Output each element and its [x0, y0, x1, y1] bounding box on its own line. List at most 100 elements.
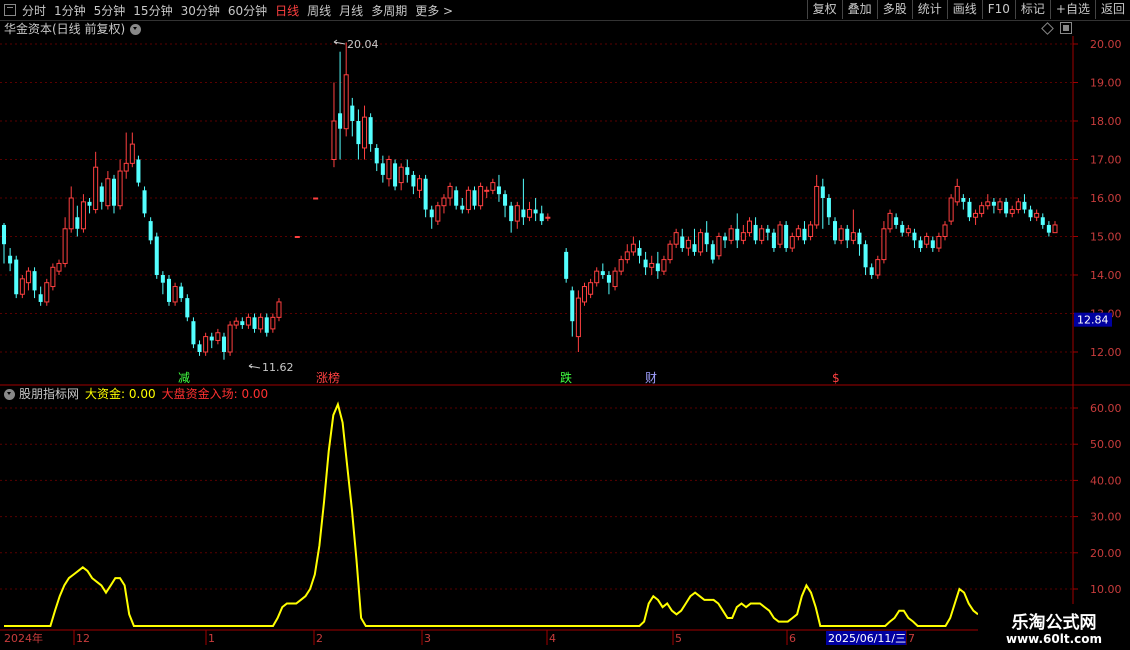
price-axis-label: 15.00: [1090, 231, 1122, 244]
indicator-axis-label: 60.00: [1090, 402, 1122, 415]
candle-body-up: [245, 316, 251, 326]
event-marker: 减: [178, 371, 190, 385]
panel-toggle-icon[interactable]: [1060, 22, 1072, 34]
candle-body-up: [979, 205, 985, 214]
candle-body-up: [728, 228, 734, 241]
tool-button-2[interactable]: 多股: [876, 0, 912, 19]
period-tab-9[interactable]: 多周期: [371, 2, 407, 19]
candle-body-down: [833, 221, 838, 241]
kline-chart[interactable]: 20.0019.0018.0017.0016.0015.0014.0013.00…: [0, 0, 1130, 650]
candle-body-down: [918, 240, 923, 249]
current-price-label: 12.84: [1077, 314, 1109, 327]
candle-body-down: [802, 228, 807, 241]
period-tab-1[interactable]: 1分钟: [54, 2, 86, 19]
tool-button-7[interactable]: +自选: [1049, 0, 1095, 19]
candle-body-up: [227, 324, 233, 353]
dropdown-icon[interactable]: [130, 23, 142, 35]
candle-body-down: [264, 317, 269, 333]
candle-body-down: [1028, 209, 1033, 218]
indicator-axis-label: 10.00: [1090, 583, 1122, 596]
candle-body-down: [356, 121, 361, 145]
candle-body-down: [1046, 224, 1051, 233]
high-price-label: 20.04: [347, 38, 379, 51]
indicator-axis-label: 20.00: [1090, 547, 1122, 560]
candle-body-up: [105, 178, 111, 207]
candle-body-up: [759, 228, 765, 241]
candle-body-up: [56, 262, 62, 272]
candle-body-down: [863, 244, 868, 268]
low-price-label: 11.62: [262, 361, 294, 374]
candle-body-up: [954, 185, 960, 203]
indicator-axis-label: 50.00: [1090, 438, 1122, 451]
period-tab-8[interactable]: 月线: [339, 2, 363, 19]
candle-body-down: [460, 205, 465, 210]
candle-body-up: [1015, 201, 1021, 211]
period-tab-4[interactable]: 30分钟: [181, 2, 220, 19]
period-tab-10[interactable]: 更多 >: [415, 2, 453, 19]
candle-body-down: [637, 248, 642, 256]
time-axis-label: 3: [424, 632, 431, 645]
tool-button-5[interactable]: F10: [981, 0, 1015, 19]
candle-body-up: [62, 228, 68, 264]
indicator-dropdown-icon[interactable]: [4, 388, 15, 400]
candle-body-down: [454, 190, 459, 206]
candle-body-down: [704, 232, 709, 245]
window-icon[interactable]: [4, 4, 16, 16]
candle-body-down: [723, 236, 728, 241]
candle-body-down: [869, 267, 874, 275]
period-tab-3[interactable]: 15分钟: [133, 2, 172, 19]
candle-body-up: [649, 262, 655, 268]
candle-body-down: [655, 263, 660, 272]
watermark-title: 乐淘公式网: [1011, 613, 1097, 633]
candle-body-down: [1, 224, 7, 245]
tool-button-8[interactable]: 返回: [1094, 0, 1130, 19]
candle-body-up: [808, 224, 814, 237]
candle-body-up: [594, 270, 600, 284]
period-tab-2[interactable]: 5分钟: [94, 2, 126, 19]
low-marker: 11.62: [248, 361, 294, 374]
candle-body-down: [87, 201, 92, 206]
period-tab-0[interactable]: 分时: [22, 2, 46, 19]
candle-body-up: [44, 282, 50, 303]
price-axis-label: 19.00: [1090, 77, 1122, 90]
time-axis-label: 6: [789, 632, 796, 645]
tool-button-1[interactable]: 叠加: [841, 0, 877, 19]
period-tab-5[interactable]: 60分钟: [228, 2, 267, 19]
stock-title: 华金资本(日线 前复权): [4, 22, 126, 36]
candle-body-down: [209, 336, 214, 341]
candle-body-up: [478, 185, 484, 207]
candle-body-up: [698, 232, 704, 253]
price-axis-label: 16.00: [1090, 192, 1122, 205]
indicator-name[interactable]: 股朋指标网: [19, 386, 79, 402]
time-axis-label: 7: [908, 632, 915, 645]
candle-body-down: [405, 167, 410, 175]
candle-body-up: [416, 178, 423, 191]
candle-body-up: [172, 286, 178, 303]
tool-button-3[interactable]: 统计: [911, 0, 947, 19]
candle-body-up: [362, 116, 368, 149]
candle-body-down: [142, 190, 147, 214]
candle-body-up: [129, 143, 135, 164]
price-grid: [0, 43, 1073, 353]
period-tabs: 分时 1分钟 5分钟 15分钟 30分钟 60分钟 日线 周线 月线 多周期 更多 >: [4, 1, 461, 19]
candle-body-down: [154, 236, 159, 275]
candle-body-up: [973, 212, 979, 218]
candle-body-up: [1009, 209, 1015, 214]
candle-body-down: [857, 232, 862, 245]
candle-body-up: [716, 236, 722, 257]
tool-button-6[interactable]: 标记: [1014, 0, 1050, 19]
period-tab-6[interactable]: 日线: [275, 2, 299, 19]
indicator-axis-label: 30.00: [1090, 511, 1122, 524]
candle-body-down: [99, 186, 104, 202]
time-axis-label: 5: [675, 632, 682, 645]
candle-body-up: [618, 259, 624, 272]
candle-body-up: [545, 216, 551, 219]
candle-body-down: [735, 228, 740, 241]
candle-body-up: [795, 228, 801, 238]
candle-body-down: [600, 271, 605, 275]
candle-body-up: [746, 220, 752, 234]
tool-button-0[interactable]: 复权: [806, 0, 842, 19]
period-tab-7[interactable]: 周线: [307, 2, 331, 19]
tool-button-4[interactable]: 画线: [946, 0, 982, 19]
candle-body-down: [252, 317, 257, 329]
